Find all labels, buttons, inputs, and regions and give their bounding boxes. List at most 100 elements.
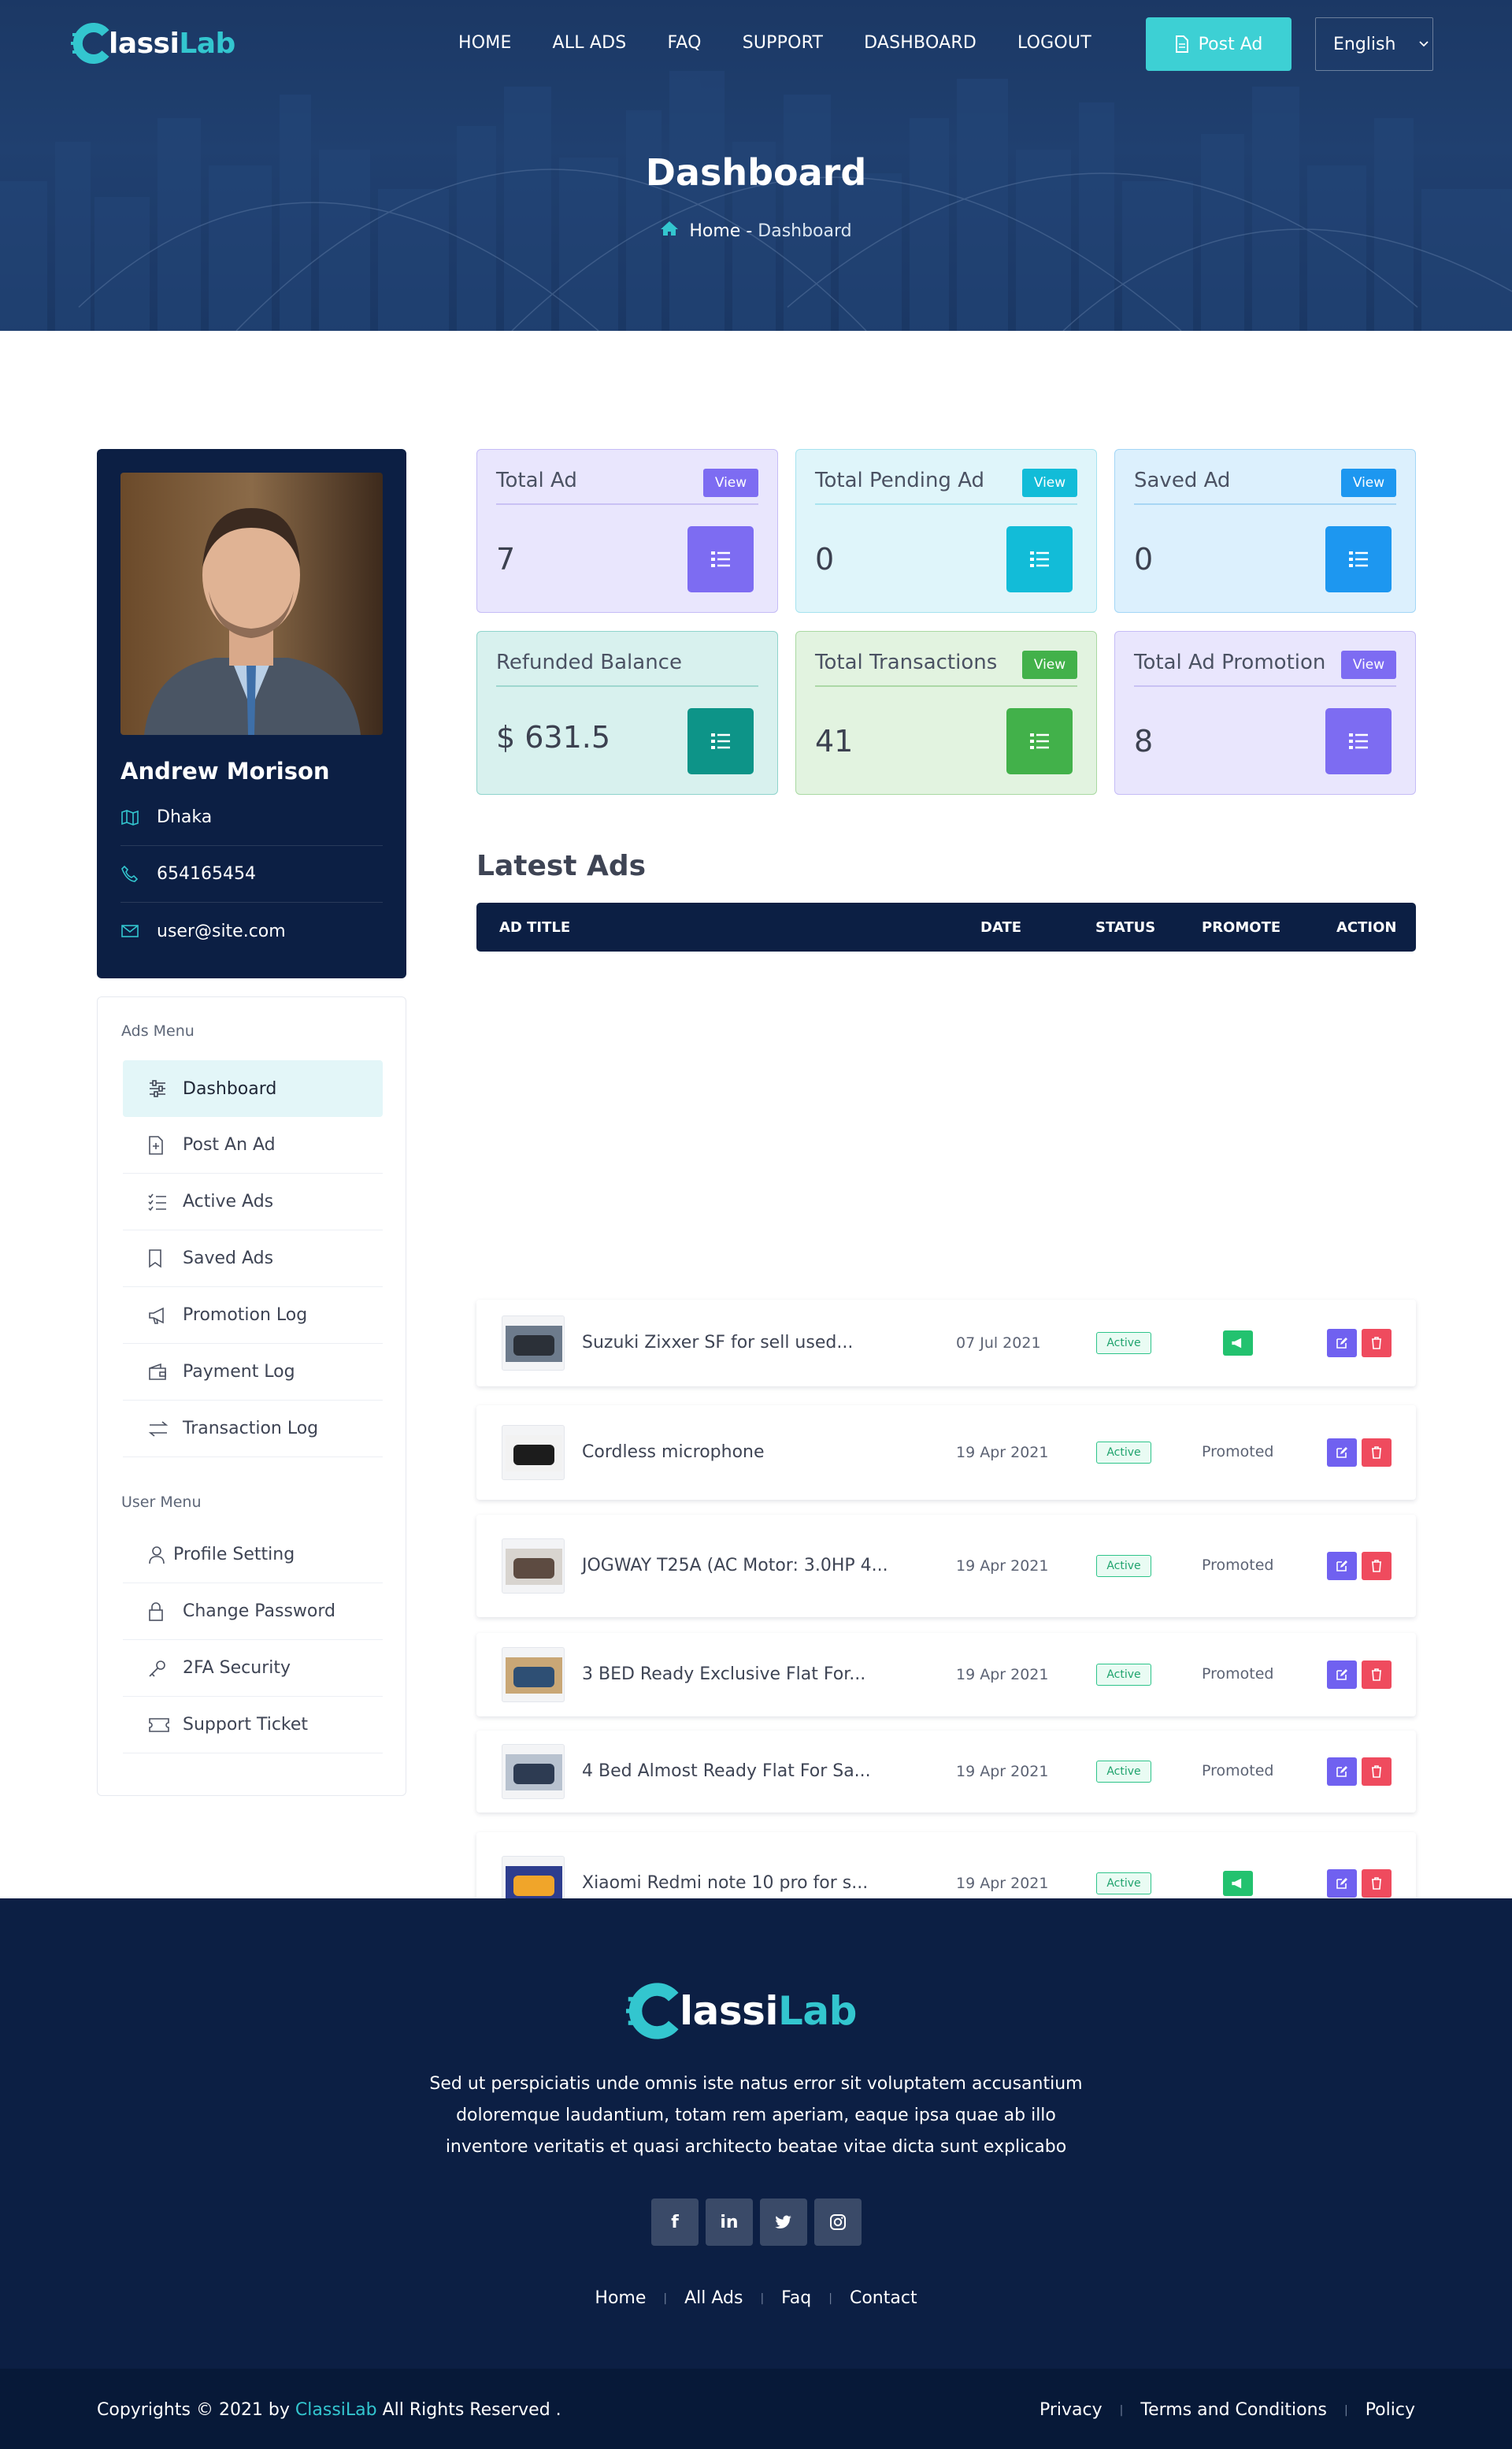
delete-button[interactable] xyxy=(1362,1757,1392,1786)
edit-button[interactable] xyxy=(1327,1552,1357,1580)
delete-button[interactable] xyxy=(1362,1660,1392,1689)
col-promote: PROMOTE xyxy=(1202,919,1281,936)
sidebar-item-promotion-log[interactable]: Promotion Log xyxy=(123,1287,383,1344)
nav-home[interactable]: HOME xyxy=(458,33,512,53)
sidebar-item-transaction-log[interactable]: Transaction Log xyxy=(123,1401,383,1457)
sidebar-item-profile-setting[interactable]: Profile Setting xyxy=(123,1527,383,1583)
promote-button[interactable] xyxy=(1223,1330,1253,1356)
profile-phone: 654165454 xyxy=(120,846,383,903)
latest-ads-header: AD TITLE DATE STATUS PROMOTE ACTION xyxy=(476,903,1416,952)
list-icon xyxy=(1006,708,1073,774)
trash-icon xyxy=(1372,1668,1381,1681)
chevron-down-icon xyxy=(1419,41,1429,47)
ad-thumbnail[interactable] xyxy=(502,1647,565,1702)
ad-thumbnail[interactable] xyxy=(502,1315,565,1371)
table-row: JOGWAY T25A (AC Motor: 3.0HP 4... 19 Apr… xyxy=(476,1515,1416,1617)
footer-link-home[interactable]: Home xyxy=(595,2288,646,2308)
megaphone-icon xyxy=(148,1307,170,1324)
footer-description: Sed ut perspiciatis unde omnis iste natu… xyxy=(429,2074,1083,2157)
edit-button[interactable] xyxy=(1327,1438,1357,1467)
view-pending-ad-button[interactable]: View xyxy=(1022,469,1077,497)
sidebar-item-post-ad[interactable]: Post An Ad xyxy=(123,1117,383,1174)
footer-link-faq[interactable]: Faq xyxy=(781,2288,811,2308)
sidebar-item-change-password[interactable]: Change Password xyxy=(123,1583,383,1640)
view-total-ad-button[interactable]: View xyxy=(703,469,758,497)
sidebar-item-dashboard[interactable]: Dashboard xyxy=(123,1060,383,1117)
copyright-brand-link[interactable]: ClassiLab xyxy=(295,2400,377,2420)
ad-thumbnail[interactable] xyxy=(502,1538,565,1594)
instagram-icon[interactable] xyxy=(814,2199,862,2246)
twitter-icon[interactable] xyxy=(760,2199,807,2246)
col-status: STATUS xyxy=(1095,919,1156,936)
ads-menu-title: Ads Menu xyxy=(121,1022,195,1040)
linkedin-icon[interactable]: in xyxy=(706,2199,753,2246)
delete-button[interactable] xyxy=(1362,1329,1392,1357)
breadcrumb-current: Dashboard xyxy=(758,221,852,241)
stat-card-refunded-balance: Refunded Balance $ 631.5 xyxy=(476,631,778,795)
edit-button[interactable] xyxy=(1327,1869,1357,1898)
profile-name: Andrew Morison xyxy=(120,758,330,785)
delete-button[interactable] xyxy=(1362,1869,1392,1898)
ad-title[interactable]: Suzuki Zixxer SF for sell used... xyxy=(582,1333,853,1353)
post-ad-button[interactable]: Post Ad xyxy=(1146,17,1292,71)
ad-thumbnail[interactable] xyxy=(502,1744,565,1799)
footer-link-contact[interactable]: Contact xyxy=(850,2288,917,2308)
nav-faq[interactable]: FAQ xyxy=(667,33,701,53)
promoted-text: Promoted xyxy=(1202,1443,1274,1460)
nav-logout[interactable]: LOGOUT xyxy=(1017,33,1091,53)
breadcrumb-home[interactable]: Home xyxy=(689,221,740,241)
status-badge: Active xyxy=(1096,1872,1151,1894)
ad-title[interactable]: Xiaomi Redmi note 10 pro for s... xyxy=(582,1873,868,1893)
arrows-exchange-icon xyxy=(148,1420,170,1438)
ad-thumbnail[interactable] xyxy=(502,1425,565,1480)
delete-button[interactable] xyxy=(1362,1438,1392,1467)
ad-date: 19 Apr 2021 xyxy=(956,1557,1049,1575)
site-logo[interactable]: lassiLab xyxy=(71,22,235,65)
footer-link-all-ads[interactable]: All Ads xyxy=(684,2288,743,2308)
status-badge: Active xyxy=(1096,1555,1151,1577)
legal-link-privacy[interactable]: Privacy xyxy=(1040,2400,1102,2420)
trash-icon xyxy=(1372,1337,1381,1349)
view-saved-ad-button[interactable]: View xyxy=(1341,469,1396,497)
footer-logo[interactable]: lassiLab xyxy=(626,1982,857,2040)
promoted-text: Promoted xyxy=(1202,1665,1274,1683)
col-action: ACTION xyxy=(1336,919,1397,936)
view-transactions-button[interactable]: View xyxy=(1022,651,1077,679)
sidebar-item-payment-log[interactable]: Payment Log xyxy=(123,1344,383,1401)
language-select[interactable]: English xyxy=(1315,17,1433,71)
sliders-icon xyxy=(148,1080,170,1097)
hero-banner: lassiLab HOME ALL ADS FAQ SUPPORT DASHBO… xyxy=(0,0,1512,331)
latest-ads-title: Latest Ads xyxy=(476,850,647,882)
footer-bottom-bar: Copyrights © 2021 by ClassiLab All Right… xyxy=(0,2369,1512,2449)
sidebar-menu: Ads Menu Dashboard Post An Ad Active Ads… xyxy=(97,996,406,1796)
stat-card-saved-ad: Saved Ad View 0 xyxy=(1114,449,1416,613)
ad-date: 07 Jul 2021 xyxy=(956,1334,1041,1352)
footer-logo-text: lassiLab xyxy=(680,1988,857,2034)
sidebar-item-2fa-security[interactable]: 2FA Security xyxy=(123,1640,383,1697)
dashboard-main: Andrew Morison Dhaka 654165454 user@site… xyxy=(0,331,1512,2043)
edit-button[interactable] xyxy=(1327,1757,1357,1786)
delete-button[interactable] xyxy=(1362,1552,1392,1580)
promote-button[interactable] xyxy=(1223,1871,1253,1896)
ad-title[interactable]: 4 Bed Almost Ready Flat For Sa... xyxy=(582,1761,871,1781)
sidebar-item-support-ticket[interactable]: Support Ticket xyxy=(123,1697,383,1753)
edit-button[interactable] xyxy=(1327,1660,1357,1689)
nav-dashboard[interactable]: DASHBOARD xyxy=(864,33,976,53)
legal-link-policy[interactable]: Policy xyxy=(1366,2400,1415,2420)
sidebar-item-active-ads[interactable]: Active Ads xyxy=(123,1174,383,1230)
checklist-icon xyxy=(148,1193,170,1211)
logo-text: lassiLab xyxy=(109,27,235,60)
ad-title[interactable]: 3 BED Ready Exclusive Flat For... xyxy=(582,1664,865,1684)
ad-title[interactable]: Cordless microphone xyxy=(582,1442,765,1462)
legal-link-terms[interactable]: Terms and Conditions xyxy=(1140,2400,1327,2420)
sidebar-item-saved-ads[interactable]: Saved Ads xyxy=(123,1230,383,1287)
edit-button[interactable] xyxy=(1327,1329,1357,1357)
nav-support[interactable]: SUPPORT xyxy=(743,33,823,53)
ad-date: 19 Apr 2021 xyxy=(956,1763,1049,1780)
nav-all-ads[interactable]: ALL ADS xyxy=(553,33,627,53)
facebook-icon[interactable]: f xyxy=(651,2199,699,2246)
view-promotion-button[interactable]: View xyxy=(1341,651,1396,679)
edit-icon xyxy=(1336,1447,1347,1458)
ad-title[interactable]: JOGWAY T25A (AC Motor: 3.0HP 4... xyxy=(582,1556,888,1575)
list-icon xyxy=(1325,526,1392,592)
